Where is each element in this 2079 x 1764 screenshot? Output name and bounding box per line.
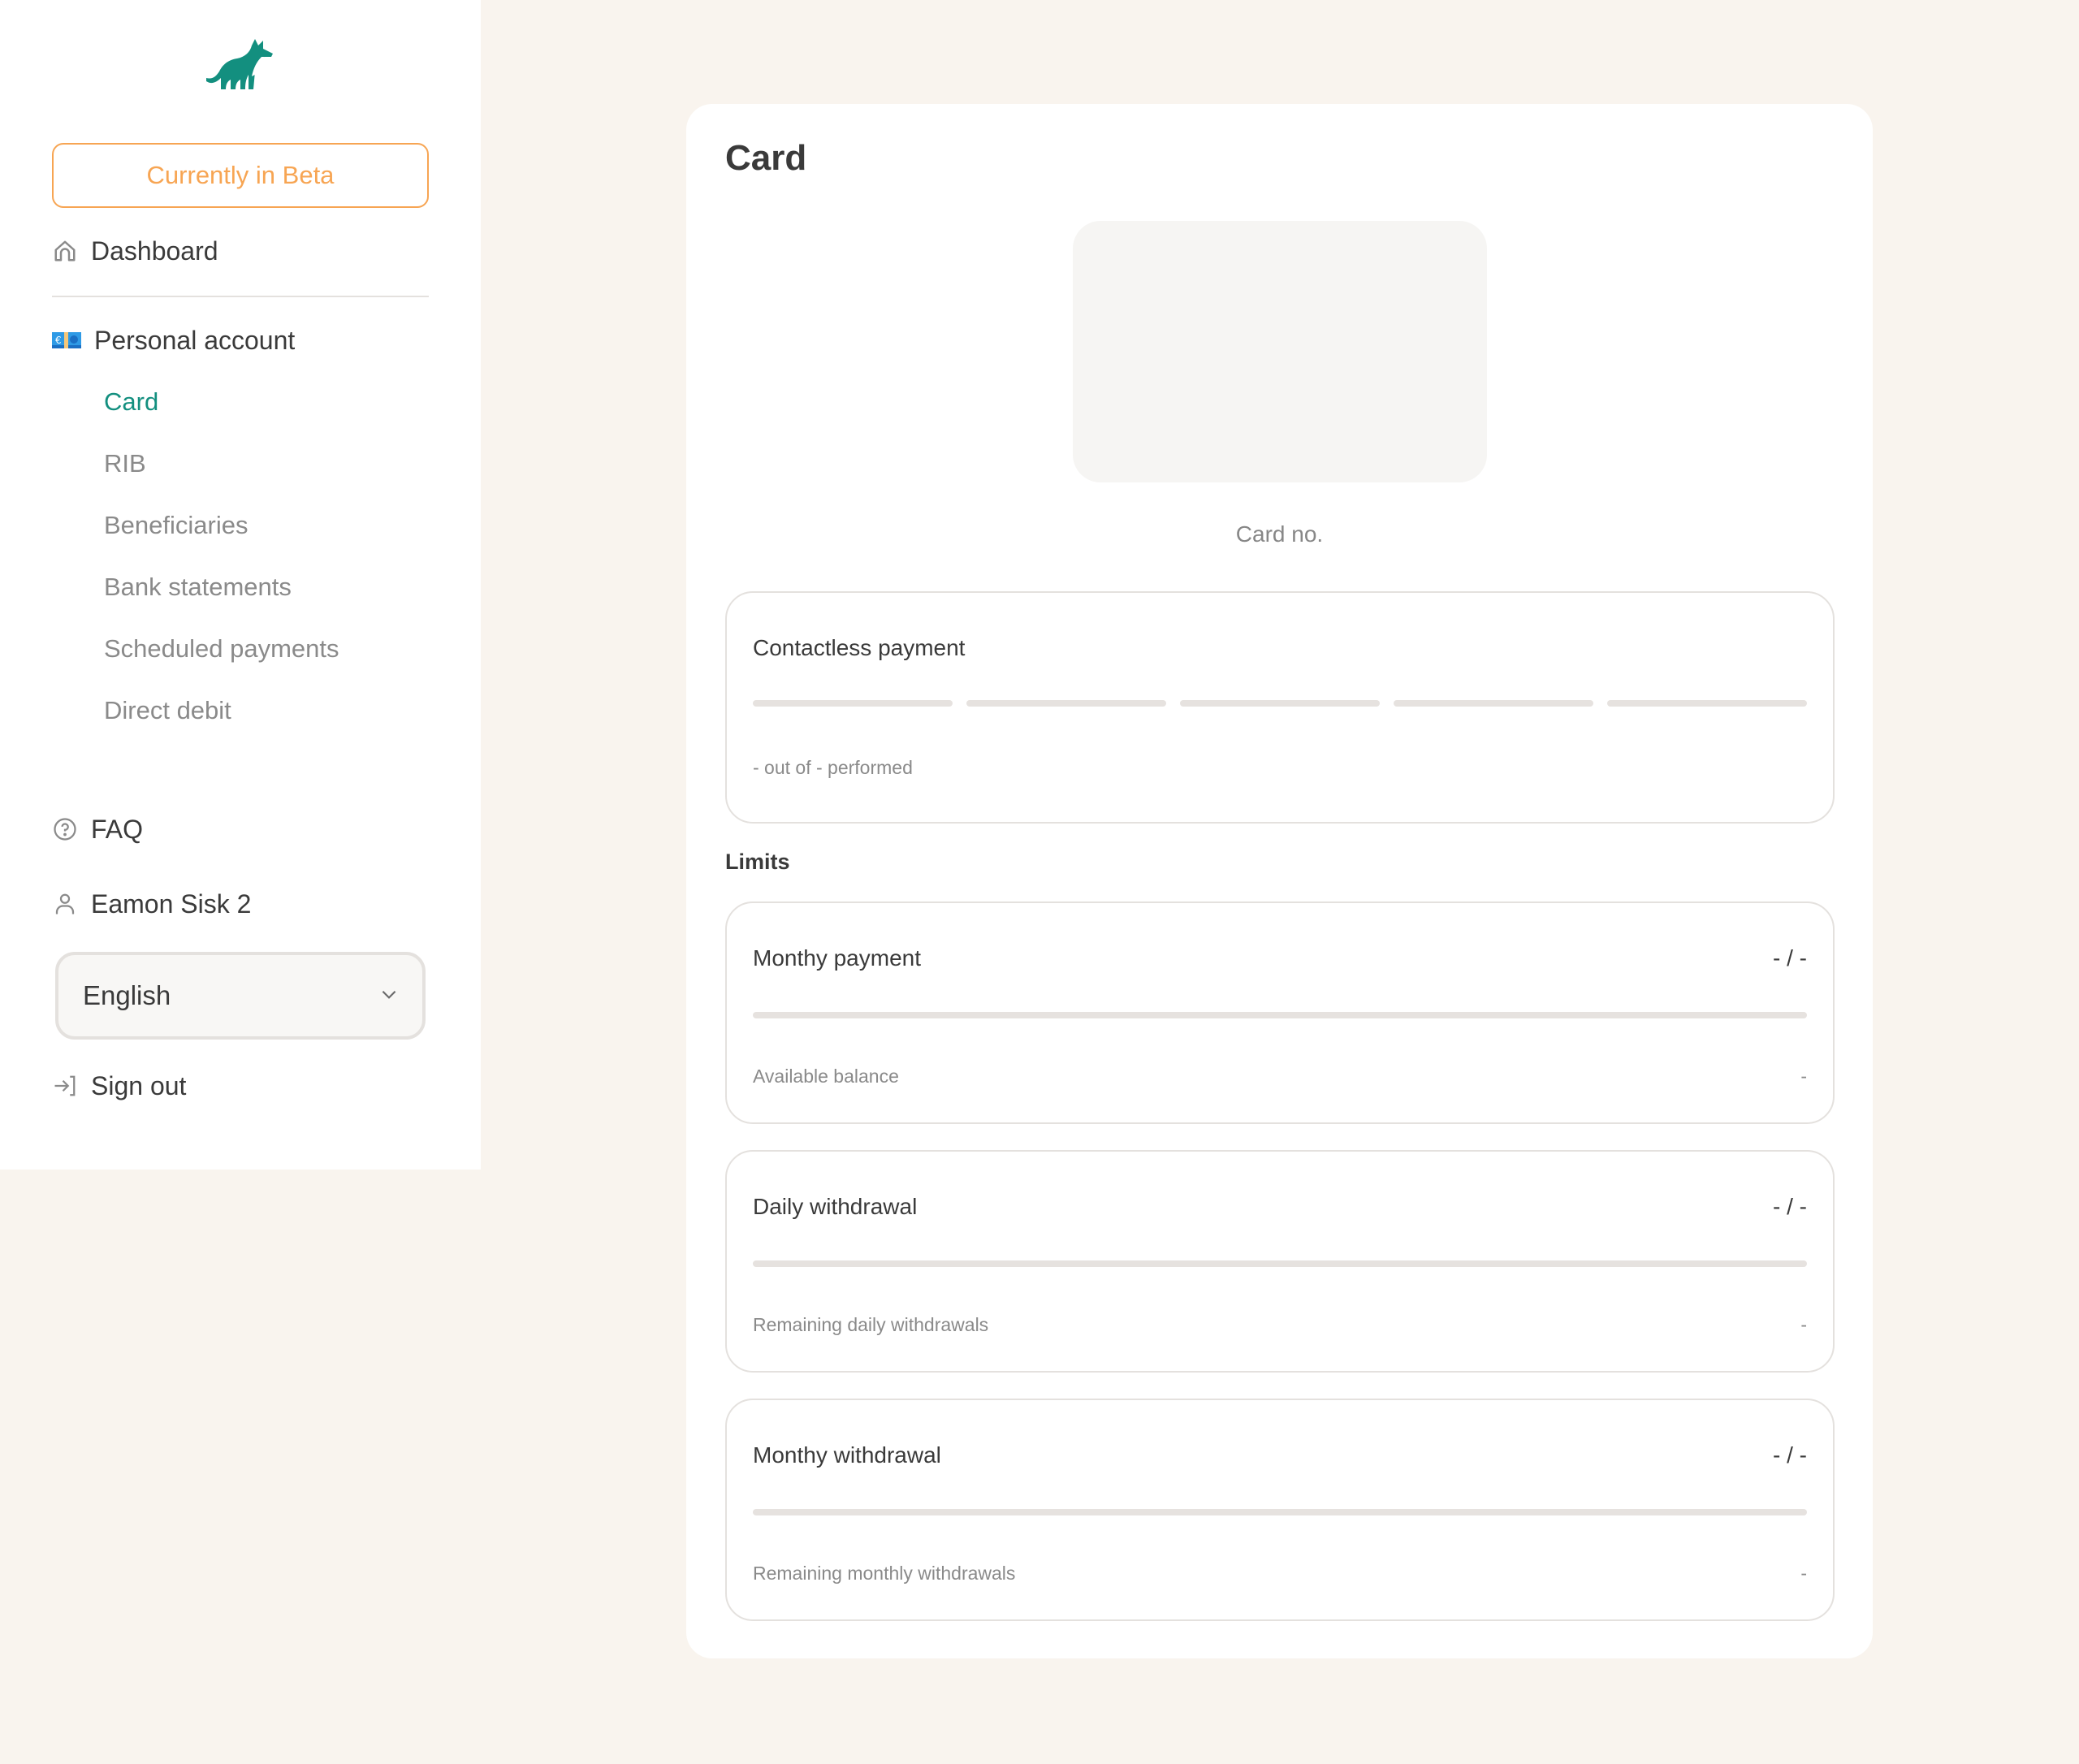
- language-select-value: English: [83, 980, 171, 1010]
- sidebar-item-label: FAQ: [91, 814, 144, 844]
- limit-value: - / -: [1773, 1442, 1807, 1468]
- help-circle-icon: [52, 816, 78, 842]
- contactless-status: - out of - performed: [753, 757, 913, 778]
- limit-panel-daily-withdrawal: Daily withdrawal - / - Remaining daily w…: [725, 1150, 1835, 1373]
- sidebar: Currently in Beta Dashboard € Personal a…: [0, 0, 481, 1170]
- contactless-segment: [966, 700, 1166, 707]
- limit-sub-label: Available balance: [753, 1066, 899, 1087]
- limit-progress-bar: [753, 1509, 1807, 1515]
- sidebar-item-label: Personal account: [94, 325, 296, 355]
- user-icon: [52, 891, 78, 917]
- limit-sub-value: -: [1800, 1066, 1807, 1087]
- sidebar-subitem-beneficiaries[interactable]: Beneficiaries: [104, 503, 248, 548]
- limit-sub-value: -: [1800, 1314, 1807, 1335]
- card-number-label: Card no.: [1235, 521, 1324, 547]
- sidebar-item-profile[interactable]: Eamon Sisk 2: [52, 881, 251, 927]
- limit-value: - / -: [1773, 945, 1807, 971]
- limit-progress-bar: [753, 1260, 1807, 1267]
- contactless-segment: [1180, 700, 1380, 707]
- sign-out-button[interactable]: Sign out: [52, 1063, 186, 1109]
- sign-out-icon: [52, 1073, 78, 1099]
- sidebar-item-dashboard[interactable]: Dashboard: [52, 228, 218, 274]
- limit-title: Daily withdrawal: [753, 1194, 918, 1219]
- sidebar-subitem-bank-statements[interactable]: Bank statements: [104, 564, 292, 610]
- limit-sub-label: Remaining daily withdrawals: [753, 1314, 989, 1335]
- sidebar-item-label: Sign out: [91, 1070, 187, 1100]
- contactless-title: Contactless payment: [753, 635, 966, 660]
- sidebar-subitem-card[interactable]: Card: [104, 379, 158, 425]
- contactless-segment: [1394, 700, 1593, 707]
- beta-badge[interactable]: Currently in Beta: [52, 143, 429, 208]
- card-image-placeholder: [1073, 221, 1487, 482]
- limit-panel-monthly-withdrawal: Monthy withdrawal - / - Remaining monthl…: [725, 1399, 1835, 1621]
- sidebar-item-label: Eamon Sisk 2: [91, 888, 252, 919]
- language-select[interactable]: English: [55, 952, 426, 1040]
- limit-sub-value: -: [1800, 1563, 1807, 1584]
- chevron-down-icon: [378, 980, 400, 1011]
- contactless-segment: [1607, 700, 1807, 707]
- euro-banknote-icon: €: [52, 327, 81, 353]
- limit-sub-label: Remaining monthly withdrawals: [753, 1563, 1016, 1584]
- limit-progress-bar: [753, 1012, 1807, 1018]
- sidebar-subitem-rib[interactable]: RIB: [104, 441, 146, 486]
- sidebar-item-label: Dashboard: [91, 236, 218, 266]
- limit-title: Monthy payment: [753, 945, 921, 971]
- contactless-segment-bar: [753, 700, 1807, 707]
- contactless-segment: [753, 700, 953, 707]
- fox-logo-icon[interactable]: [205, 36, 274, 94]
- contactless-payment-panel: Contactless payment - out of - performed: [725, 591, 1835, 824]
- svg-text:€: €: [55, 335, 62, 346]
- sidebar-divider: [52, 296, 429, 297]
- limit-value: - / -: [1773, 1194, 1807, 1219]
- card-page-panel: Card Card no. Contactless payment - out …: [686, 104, 1873, 1658]
- sidebar-subitem-direct-debit[interactable]: Direct debit: [104, 688, 231, 733]
- limits-heading: Limits: [725, 850, 790, 874]
- sidebar-subitem-scheduled-payments[interactable]: Scheduled payments: [104, 626, 339, 672]
- limit-title: Monthy withdrawal: [753, 1442, 941, 1468]
- home-icon: [52, 238, 78, 264]
- sidebar-item-faq[interactable]: FAQ: [52, 806, 143, 852]
- sidebar-item-personal-account[interactable]: € Personal account: [52, 318, 295, 363]
- limit-panel-monthly-payment: Monthy payment - / - Available balance -: [725, 901, 1835, 1124]
- page-title: Card: [725, 138, 807, 178]
